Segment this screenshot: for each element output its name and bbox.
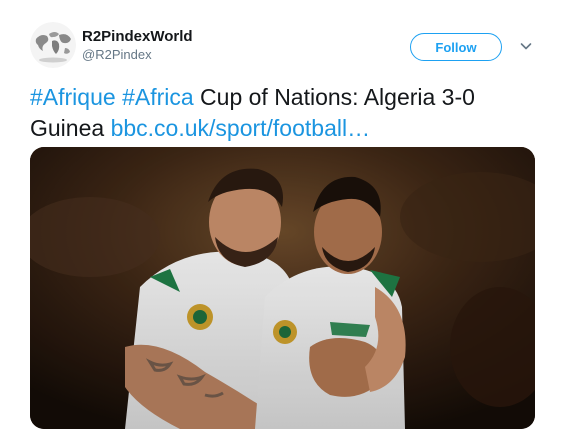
tweet-card: R2PindexWorld @R2Pindex Follow #Afrique … (0, 0, 565, 435)
tweet-menu-button[interactable] (518, 38, 534, 54)
tweet-media-photo[interactable] (30, 147, 535, 429)
tweet-text: #Afrique #Africa Cup of Nations: Algeria… (30, 82, 540, 144)
football-celebration-photo (30, 147, 535, 429)
chevron-down-icon (520, 43, 532, 50)
follow-button[interactable]: Follow (410, 33, 502, 61)
author-names: R2PindexWorld @R2Pindex (82, 28, 193, 64)
profile-avatar[interactable] (30, 22, 76, 68)
author-display-name[interactable]: R2PindexWorld (82, 28, 193, 46)
tweet-link[interactable]: bbc.co.uk/sport/football… (111, 115, 371, 141)
hashtag-africa[interactable]: #Africa (122, 84, 194, 110)
author-handle[interactable]: @R2Pindex (82, 46, 193, 64)
hashtag-afrique[interactable]: #Afrique (30, 84, 116, 110)
world-map-avatar-icon (30, 22, 76, 68)
